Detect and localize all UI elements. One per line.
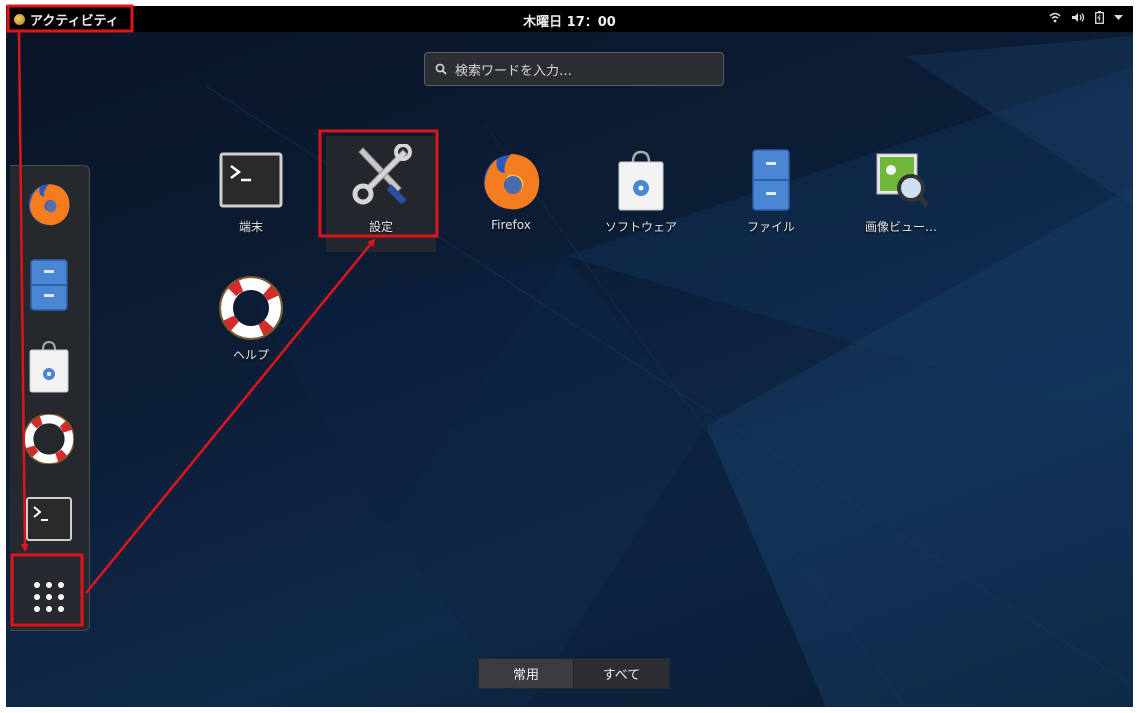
dash-item-help[interactable] (18, 408, 80, 470)
app-files[interactable]: ファイル (716, 140, 826, 256)
top-bar: アクティビティ 木曜日 17：00 (6, 6, 1133, 32)
app-label: Firefox (491, 218, 531, 232)
app-firefox[interactable]: Firefox (456, 140, 566, 256)
activities-button[interactable]: アクティビティ (10, 9, 123, 29)
tab-frequent[interactable]: 常用 (478, 658, 574, 689)
software-icon (29, 340, 69, 393)
dropdown-arrow-icon (1114, 14, 1123, 20)
help-icon (219, 276, 283, 340)
wifi-icon (1049, 12, 1061, 23)
background-wallpaper (205, 36, 1133, 707)
app-help[interactable]: ヘルプ (196, 268, 306, 384)
tab-all[interactable]: すべて (574, 658, 670, 689)
app-image-viewer[interactable]: 画像ビュー… (846, 140, 956, 256)
app-label: ヘルプ (232, 348, 269, 362)
system-tray[interactable] (1049, 11, 1123, 24)
terminal-icon (219, 152, 283, 208)
software-icon (618, 150, 664, 211)
clock[interactable]: 木曜日 17：00 (523, 15, 616, 30)
search-input[interactable]: 検索ワードを入力… (424, 52, 724, 86)
dash-item-terminal[interactable] (18, 488, 80, 550)
firefox-icon (484, 154, 540, 210)
dash-panel (10, 165, 90, 631)
app-settings[interactable]: 設定 (326, 136, 436, 252)
app-label: 設定 (368, 220, 393, 234)
help-icon (24, 414, 74, 464)
show-applications-button[interactable] (18, 566, 80, 628)
app-label: ソフトウェア (604, 220, 677, 234)
app-label: ファイル (746, 220, 795, 234)
settings-icon (352, 144, 412, 205)
battery-icon (1095, 11, 1104, 24)
dash-item-software[interactable] (18, 336, 80, 398)
search-placeholder: 検索ワードを入力… (455, 63, 573, 79)
app-label: 画像ビュー… (864, 220, 937, 234)
dash-item-firefox[interactable] (18, 172, 80, 234)
volume-icon (1072, 13, 1085, 22)
file-manager-icon (30, 259, 68, 311)
app-label: 端末 (238, 220, 263, 234)
image-viewer-icon (876, 153, 929, 208)
search-icon (435, 63, 447, 75)
desktop-screen: アクティビティ 木曜日 17：00 検索ワードを入力… 端末 設定 Firefo… (6, 6, 1133, 707)
file-manager-icon (752, 149, 790, 211)
activities-label: アクティビティ (30, 13, 119, 29)
app-terminal[interactable]: 端末 (196, 140, 306, 256)
app-view-tabs: 常用 すべて (478, 658, 670, 689)
firefox-icon (28, 184, 70, 226)
dash-item-files[interactable] (18, 254, 80, 316)
app-software[interactable]: ソフトウェア (586, 140, 696, 256)
show-applications-icon (34, 582, 64, 612)
terminal-icon (26, 497, 72, 541)
activities-icon (14, 13, 25, 25)
